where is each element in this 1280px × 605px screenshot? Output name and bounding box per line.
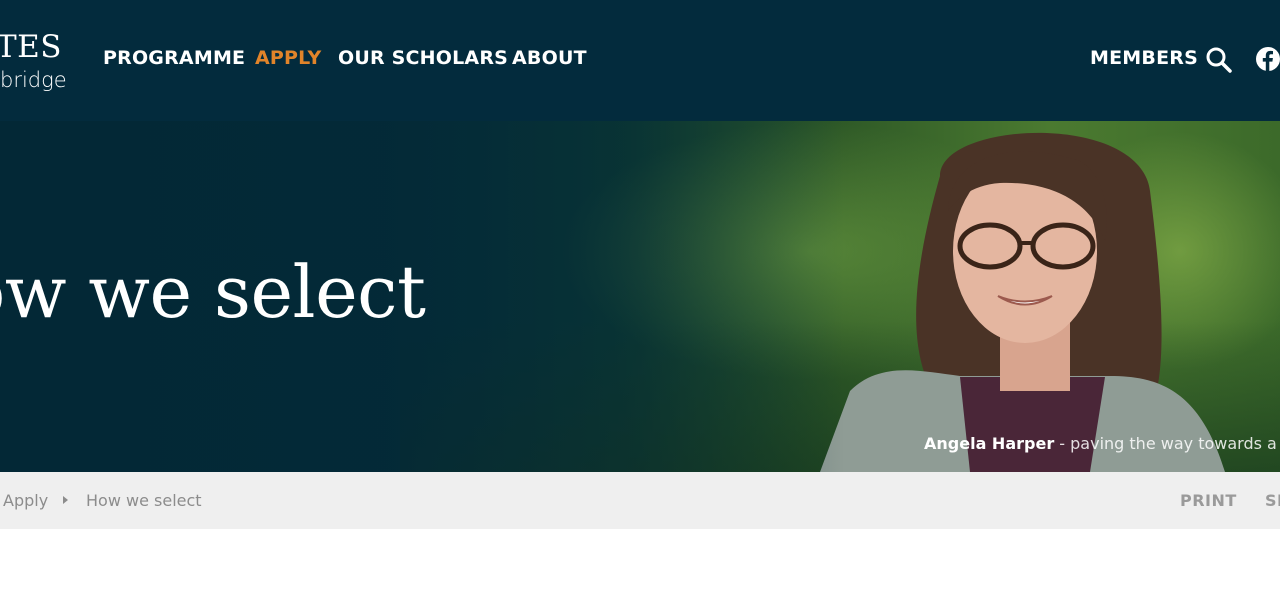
nav-our-scholars[interactable]: OUR SCHOLARS [338, 47, 508, 70]
breadcrumb-current: How we select [86, 491, 202, 510]
caption-text[interactable]: - paving the way towards a gr [1054, 434, 1280, 453]
search-icon[interactable] [1205, 46, 1233, 74]
breadcrumb-bar: Apply How we select PRINT SH [0, 472, 1280, 529]
breadcrumb-apply[interactable]: Apply [3, 491, 48, 510]
hero-banner: ow we select Angela Harper - paving the … [0, 121, 1280, 472]
logo-wordmark[interactable]: TES [0, 32, 62, 63]
hero-caption[interactable]: Angela Harper - paving the way towards a… [924, 434, 1280, 453]
site-header: TES bridge PROGRAMME APPLY OUR SCHOLARS … [0, 0, 1280, 121]
facebook-icon[interactable] [1255, 46, 1280, 72]
nav-apply[interactable]: APPLY [255, 47, 321, 70]
nav-about[interactable]: ABOUT [512, 47, 587, 70]
share-button[interactable]: SH [1265, 491, 1280, 510]
print-button[interactable]: PRINT [1180, 491, 1237, 510]
nav-programme[interactable]: PROGRAMME [103, 47, 245, 70]
caption-name[interactable]: Angela Harper [924, 434, 1054, 453]
page-title: ow we select [0, 250, 426, 334]
breadcrumb-separator-icon [63, 496, 68, 504]
nav-members[interactable]: MEMBERS [1090, 47, 1198, 70]
logo-subtitle[interactable]: bridge [0, 70, 67, 91]
